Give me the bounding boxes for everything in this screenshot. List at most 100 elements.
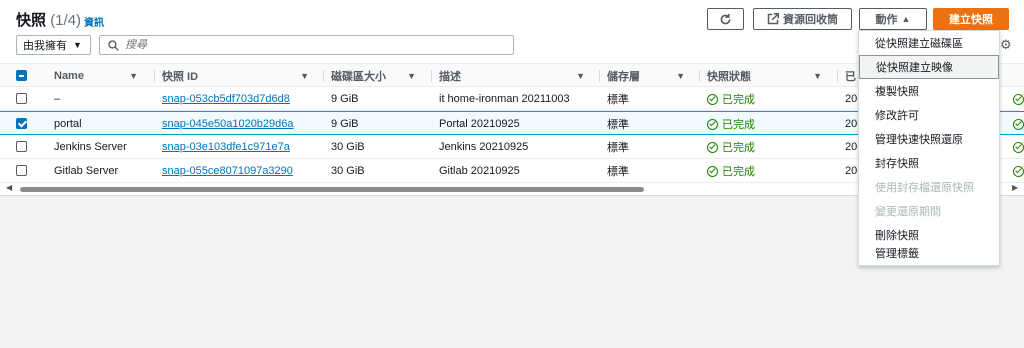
snapshot-id-link[interactable]: snap-053cb5df703d7d6d8 <box>162 87 290 111</box>
cell-overflow <box>1013 135 1024 159</box>
recycle-bin-label: 資源回收筒 <box>783 14 838 26</box>
actions-button[interactable]: 動作 ▲ <box>859 8 927 30</box>
cell-size: 9 GiB <box>331 118 359 130</box>
check-circle-icon <box>707 141 718 153</box>
column-description-label: 描述 <box>439 71 461 83</box>
column-started-label: 已 <box>845 71 856 83</box>
check-circle-icon <box>1013 118 1024 130</box>
cell-size: 30 GiB <box>331 141 365 153</box>
cell-status: 已完成 <box>707 112 755 136</box>
row-checkbox[interactable] <box>16 141 27 152</box>
row-checkbox[interactable] <box>16 93 27 104</box>
column-snapshot-id[interactable]: 快照 ID ▼ <box>154 64 317 88</box>
column-volume-size-label: 磁碟區大小 <box>331 71 386 83</box>
menu-item-create-volume[interactable]: 從快照建立磁碟區 <box>859 31 999 55</box>
menu-item-copy-snapshot[interactable]: 複製快照 <box>859 79 999 103</box>
cell-status: 已完成 <box>707 87 755 111</box>
refresh-button[interactable] <box>707 8 744 30</box>
cell-overflow <box>1013 112 1024 136</box>
snapshot-id-link[interactable]: snap-055ce8071097a3290 <box>162 159 293 183</box>
check-circle-icon <box>707 118 718 130</box>
cell-name: Jenkins Server <box>54 141 127 153</box>
cell-status: 已完成 <box>707 135 755 159</box>
status-text: 已完成 <box>722 142 755 154</box>
status-text: 已完成 <box>722 166 755 178</box>
create-snapshot-label: 建立快照 <box>949 14 993 26</box>
cell-name: Gitlab Server <box>54 165 119 177</box>
menu-item-modify-permissions[interactable]: 修改許可 <box>859 103 999 127</box>
column-name[interactable]: Name ▼ <box>54 64 146 88</box>
select-all-checkbox[interactable] <box>16 70 27 81</box>
column-started[interactable]: 已 <box>837 64 857 88</box>
gear-icon[interactable]: ⚙ <box>1000 37 1012 53</box>
menu-item-change-restore-period: 變更還原期間 <box>875 206 941 218</box>
scroll-left-icon[interactable]: ◀ <box>6 183 12 192</box>
actions-label: 動作 <box>875 14 898 26</box>
menu-item-restore-from-archive: 使用封存檔還原快照 <box>875 182 974 194</box>
sort-icon[interactable]: ▼ <box>300 71 309 81</box>
column-volume-size[interactable]: 磁碟區大小 ▼ <box>323 64 424 88</box>
page-title: 快照 (1/4) <box>16 9 81 30</box>
cell-size: 30 GiB <box>331 165 365 177</box>
check-circle-icon <box>1013 93 1024 105</box>
selection-count: (1/4) <box>50 12 82 29</box>
cell-tier: 標準 <box>607 119 629 131</box>
owner-filter-value: 由我擁有 <box>23 40 67 52</box>
refresh-icon <box>720 13 731 24</box>
cell-name: portal <box>54 118 82 130</box>
column-snapshot-status[interactable]: 快照狀態 ▼ <box>699 64 830 88</box>
column-snapshot-id-label: 快照 ID <box>162 71 199 83</box>
search-box[interactable] <box>99 35 514 55</box>
status-text: 已完成 <box>722 119 755 131</box>
sort-icon[interactable]: ▼ <box>676 71 685 81</box>
create-snapshot-button[interactable]: 建立快照 <box>933 8 1009 30</box>
sort-icon[interactable]: ▼ <box>407 71 416 81</box>
search-icon <box>108 39 119 51</box>
external-link-icon <box>767 13 779 25</box>
cell-started: 20 <box>845 165 858 177</box>
cell-name: – <box>54 93 61 105</box>
scroll-thumb[interactable] <box>20 187 644 192</box>
check-circle-icon <box>707 93 718 105</box>
row-checkbox[interactable] <box>16 165 27 176</box>
snapshot-id-link[interactable]: snap-045e50a1020b29d6a <box>162 112 294 136</box>
cell-description: it home-ironman 20211003 <box>439 93 570 105</box>
owner-filter-select[interactable]: 由我擁有 ▼ <box>16 35 91 55</box>
check-circle-icon <box>1013 141 1024 153</box>
cell-overflow <box>1013 87 1024 111</box>
sort-icon[interactable]: ▼ <box>576 71 585 81</box>
sort-icon[interactable]: ▼ <box>129 71 138 81</box>
status-text: 已完成 <box>722 94 755 106</box>
cell-size: 9 GiB <box>331 93 359 105</box>
search-input[interactable] <box>125 39 495 51</box>
cell-started: 20 <box>845 93 858 105</box>
title-text: 快照 <box>16 12 47 29</box>
cell-description: Portal 20210925 <box>439 118 520 130</box>
cell-started: 20 <box>845 118 858 130</box>
menu-item-archive-snapshot[interactable]: 封存快照 <box>859 151 999 175</box>
row-checkbox[interactable] <box>16 118 27 129</box>
scroll-right-icon[interactable]: ▶ <box>1012 183 1018 192</box>
cell-tier: 標準 <box>607 94 629 106</box>
menu-item-fast-snapshot-restore[interactable]: 管理快速快照還原 <box>859 127 999 151</box>
column-storage-tier[interactable]: 儲存層 ▼ <box>599 64 693 88</box>
cell-started: 20 <box>845 141 858 153</box>
menu-item-manage-tags[interactable]: 管理標籤 <box>859 241 999 265</box>
info-link[interactable]: 資訊 <box>84 14 104 29</box>
cell-tier: 標準 <box>607 142 629 154</box>
sort-icon[interactable]: ▼ <box>813 71 822 81</box>
recycle-bin-button[interactable]: 資源回收筒 <box>753 8 852 30</box>
column-description[interactable]: 描述 ▼ <box>431 64 593 88</box>
column-snapshot-status-label: 快照狀態 <box>707 71 751 83</box>
caret-down-icon: ▼ <box>73 40 82 50</box>
caret-up-icon: ▲ <box>901 14 911 24</box>
cell-description: Gitlab 20210925 <box>439 165 520 177</box>
check-circle-icon <box>1013 165 1024 177</box>
menu-item-create-image[interactable]: 從快照建立映像 <box>859 55 999 79</box>
cell-status: 已完成 <box>707 159 755 183</box>
check-circle-icon <box>707 165 718 177</box>
cell-overflow <box>1013 159 1024 183</box>
cell-description: Jenkins 20210925 <box>439 141 529 153</box>
column-name-label: Name <box>54 70 84 82</box>
snapshot-id-link[interactable]: snap-03e103dfe1c971e7a <box>162 135 290 159</box>
